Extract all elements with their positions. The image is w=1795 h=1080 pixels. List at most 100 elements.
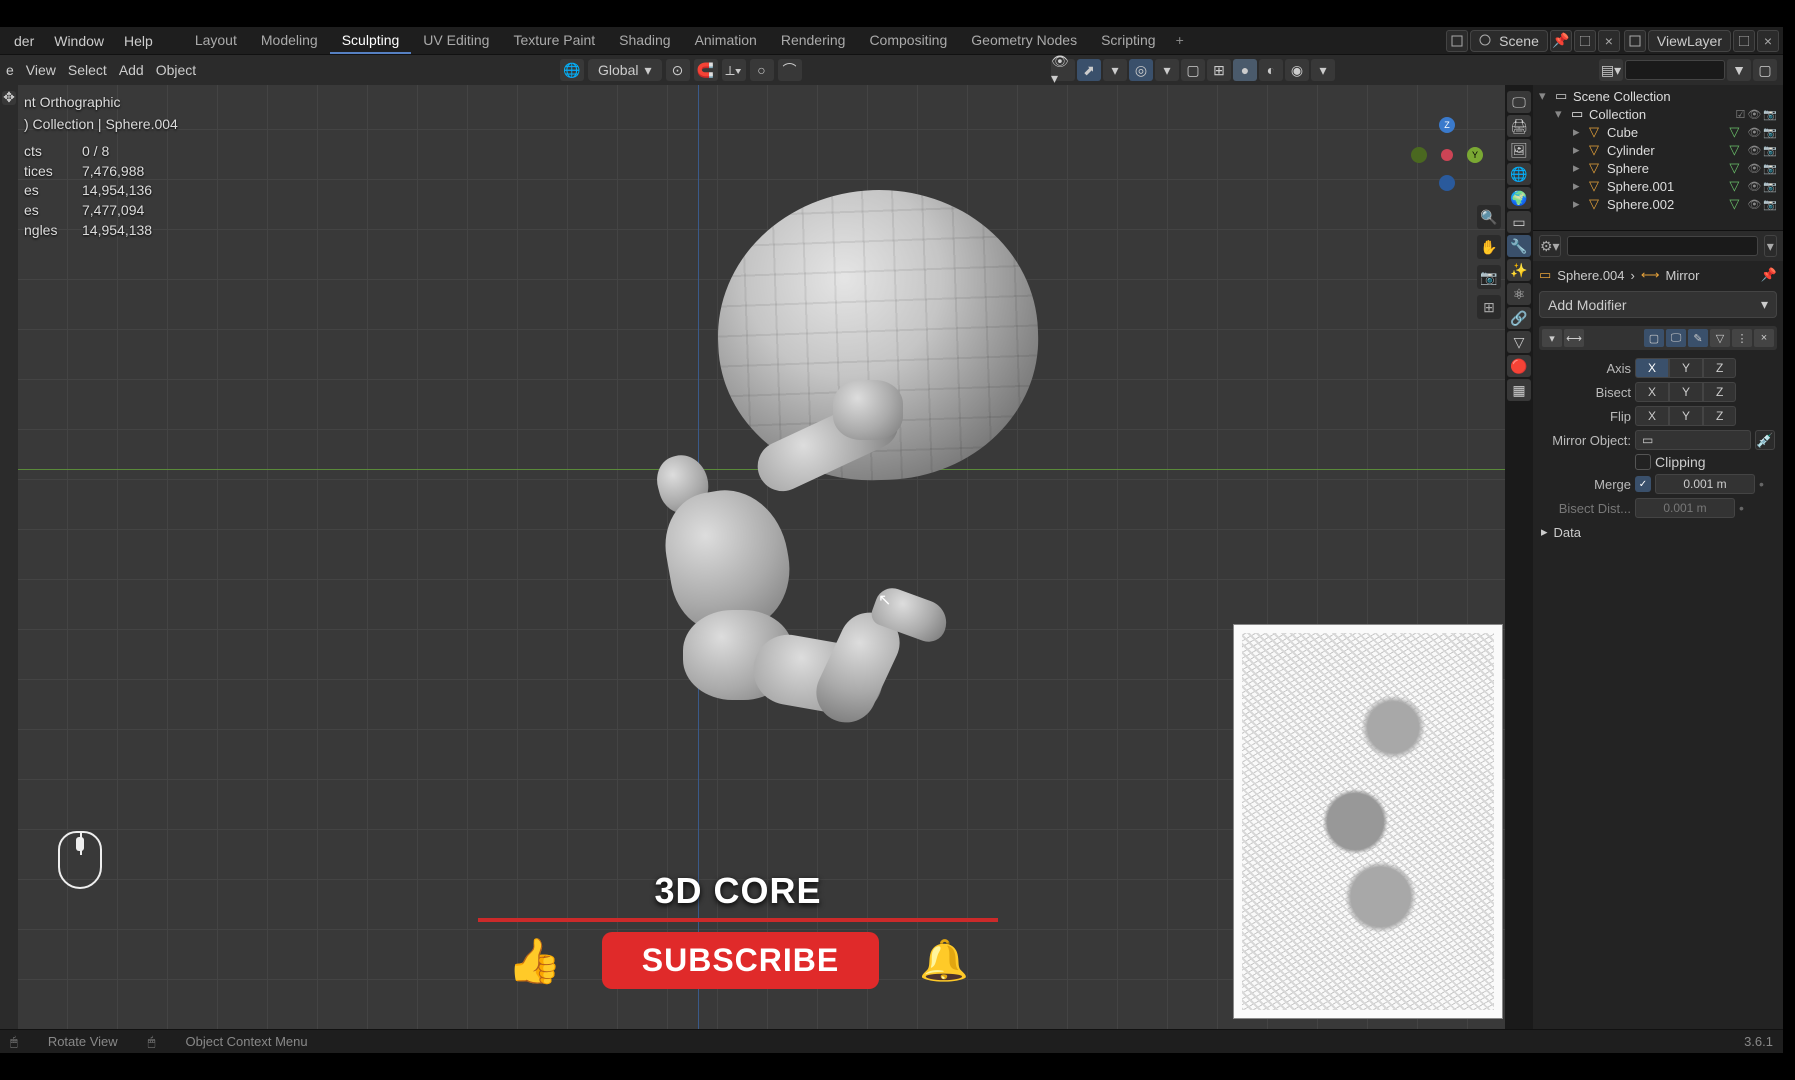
outliner-item-cube[interactable]: ▸▽ Cube ▽ 👁 📷: [1533, 123, 1783, 141]
breadcrumb-object[interactable]: Sphere.004: [1557, 268, 1624, 283]
pan-icon[interactable]: ✋: [1477, 235, 1501, 259]
scene-browse-icon[interactable]: [1446, 30, 1468, 52]
shading-solid-icon[interactable]: ●: [1233, 59, 1257, 81]
gizmo-center[interactable]: [1441, 149, 1453, 161]
eye-icon[interactable]: 👁: [1747, 126, 1761, 139]
layer-browse-icon[interactable]: [1624, 30, 1646, 52]
exclude-icon[interactable]: ☑: [1735, 108, 1745, 121]
overlay-toggle-icon[interactable]: ◎: [1129, 59, 1153, 81]
outliner-item-sphere001[interactable]: ▸▽ Sphere.001 ▽ 👁 📷: [1533, 177, 1783, 195]
prop-tab-constraints[interactable]: 🔗: [1507, 307, 1531, 329]
delete-scene-icon[interactable]: ×: [1598, 30, 1620, 52]
tab-animation[interactable]: Animation: [683, 28, 769, 54]
mode-dropdown[interactable]: e: [6, 62, 14, 78]
prop-tab-viewlayer[interactable]: 🖼: [1507, 139, 1531, 161]
axis-toggle[interactable]: X Y Z: [1635, 358, 1736, 378]
tab-uv-editing[interactable]: UV Editing: [411, 28, 501, 54]
render-icon[interactable]: 📷: [1763, 108, 1777, 121]
properties-search-input[interactable]: [1567, 236, 1758, 256]
visibility-icon[interactable]: 👁▾: [1051, 59, 1075, 81]
gizmo-axis-y[interactable]: Y: [1467, 147, 1483, 163]
eyedropper-icon[interactable]: 💉: [1755, 430, 1775, 450]
tab-geometry-nodes[interactable]: Geometry Nodes: [959, 28, 1089, 54]
view-menu[interactable]: View: [26, 62, 56, 78]
modifier-cage-icon[interactable]: ▽: [1710, 329, 1730, 347]
merge-checkbox[interactable]: ✓: [1635, 476, 1651, 492]
prop-tab-output[interactable]: 🖨: [1507, 115, 1531, 137]
bisect-dist-field[interactable]: 0.001 m: [1635, 498, 1735, 518]
mirror-object-field[interactable]: ▭: [1635, 430, 1751, 450]
nav-gizmo[interactable]: Z Y: [1407, 115, 1487, 195]
gizmo-axis-z-neg[interactable]: [1439, 175, 1455, 191]
expand-icon[interactable]: ▾: [1555, 106, 1567, 122]
scene-name-field[interactable]: Scene: [1470, 30, 1548, 52]
tab-modeling[interactable]: Modeling: [249, 28, 330, 54]
eye-icon[interactable]: 👁: [1747, 108, 1761, 121]
menu-help[interactable]: Help: [114, 29, 163, 53]
modifier-editmode-icon[interactable]: ✎: [1688, 329, 1708, 347]
tab-rendering[interactable]: Rendering: [769, 28, 858, 54]
add-menu[interactable]: Add: [119, 62, 144, 78]
gizmo-axis-x-neg[interactable]: [1411, 147, 1427, 163]
delete-layer-icon[interactable]: ×: [1757, 30, 1779, 52]
xray-icon[interactable]: ▢: [1181, 59, 1205, 81]
data-subpanel[interactable]: ▸ Data: [1541, 524, 1775, 540]
prop-tab-texture[interactable]: ▦: [1507, 379, 1531, 401]
reference-image[interactable]: [1233, 624, 1503, 1019]
outliner-item-sphere002[interactable]: ▸▽ Sphere.002 ▽ 👁 📷: [1533, 195, 1783, 213]
decorator-icon[interactable]: •: [1739, 500, 1744, 516]
gizmo-dropdown-icon[interactable]: ▾: [1103, 59, 1127, 81]
mesh-figure[interactable]: [633, 410, 933, 800]
prop-tab-world[interactable]: 🌍: [1507, 187, 1531, 209]
breadcrumb-modifier[interactable]: Mirror: [1666, 268, 1700, 283]
outliner-display-icon[interactable]: ▤▾: [1599, 59, 1623, 81]
eye-icon[interactable]: 👁: [1747, 180, 1761, 193]
shading-rendered-icon[interactable]: ◉: [1285, 59, 1309, 81]
outliner-item-cylinder[interactable]: ▸▽ Cylinder ▽ 👁 📷: [1533, 141, 1783, 159]
proportional-edit-icon[interactable]: ○: [750, 59, 774, 81]
orientation-dropdown[interactable]: Global▾: [588, 59, 662, 81]
tab-texture-paint[interactable]: Texture Paint: [501, 28, 607, 54]
eye-icon[interactable]: 👁: [1747, 144, 1761, 157]
pin-scene-icon[interactable]: 📌: [1550, 30, 1572, 52]
tab-scripting[interactable]: Scripting: [1089, 28, 1167, 54]
clipping-checkbox[interactable]: [1635, 454, 1651, 470]
viewlayer-field[interactable]: ViewLayer: [1648, 30, 1731, 52]
tab-layout[interactable]: Layout: [183, 28, 249, 54]
camera-icon[interactable]: 📷: [1477, 265, 1501, 289]
decorator-icon[interactable]: •: [1759, 476, 1764, 492]
modifier-expand-icon[interactable]: ▾: [1542, 329, 1562, 347]
flip-toggle[interactable]: X Y Z: [1635, 406, 1736, 426]
prop-tab-particles[interactable]: ✨: [1507, 259, 1531, 281]
outliner-collection[interactable]: ▾ ▭ Collection ☑ 👁 📷: [1533, 105, 1783, 123]
tab-compositing[interactable]: Compositing: [857, 28, 959, 54]
perspective-icon[interactable]: ⊞: [1477, 295, 1501, 319]
bisect-y-button[interactable]: Y: [1669, 382, 1703, 402]
render-icon[interactable]: 📷: [1763, 180, 1777, 193]
outliner-new-collection-icon[interactable]: ▢: [1753, 59, 1777, 81]
menu-window[interactable]: Window: [44, 29, 114, 53]
gizmo-axis-z[interactable]: Z: [1439, 117, 1455, 133]
add-workspace-button[interactable]: +: [1168, 28, 1192, 54]
axis-z-button[interactable]: Z: [1703, 358, 1736, 378]
pin-icon[interactable]: 📌: [1761, 267, 1777, 283]
shading-wireframe-icon[interactable]: ⊞: [1207, 59, 1231, 81]
viewport-3d[interactable]: nt Orthographic ) Collection | Sphere.00…: [18, 85, 1505, 1029]
render-icon[interactable]: 📷: [1763, 198, 1777, 211]
orientation-icon[interactable]: 🌐: [560, 59, 584, 81]
outliner-item-sphere[interactable]: ▸▽ Sphere ▽ 👁 📷: [1533, 159, 1783, 177]
merge-value-field[interactable]: 0.001 m: [1655, 474, 1755, 494]
properties-editor-icon[interactable]: ⚙▾: [1539, 235, 1561, 257]
prop-tab-modifiers[interactable]: 🔧: [1507, 235, 1531, 257]
bisect-toggle[interactable]: X Y Z: [1635, 382, 1736, 402]
zoom-icon[interactable]: 🔍: [1477, 205, 1501, 229]
flip-y-button[interactable]: Y: [1669, 406, 1703, 426]
gizmo-toggle-icon[interactable]: ⬈: [1077, 59, 1101, 81]
eye-icon[interactable]: 👁: [1747, 198, 1761, 211]
modifier-realtime-icon[interactable]: ▢: [1644, 329, 1664, 347]
select-menu[interactable]: Select: [68, 62, 107, 78]
prop-tab-data[interactable]: ▽: [1507, 331, 1531, 353]
new-layer-icon[interactable]: [1733, 30, 1755, 52]
properties-pin-icon[interactable]: ▾: [1764, 235, 1777, 257]
pivot-icon[interactable]: ⊙: [666, 59, 690, 81]
